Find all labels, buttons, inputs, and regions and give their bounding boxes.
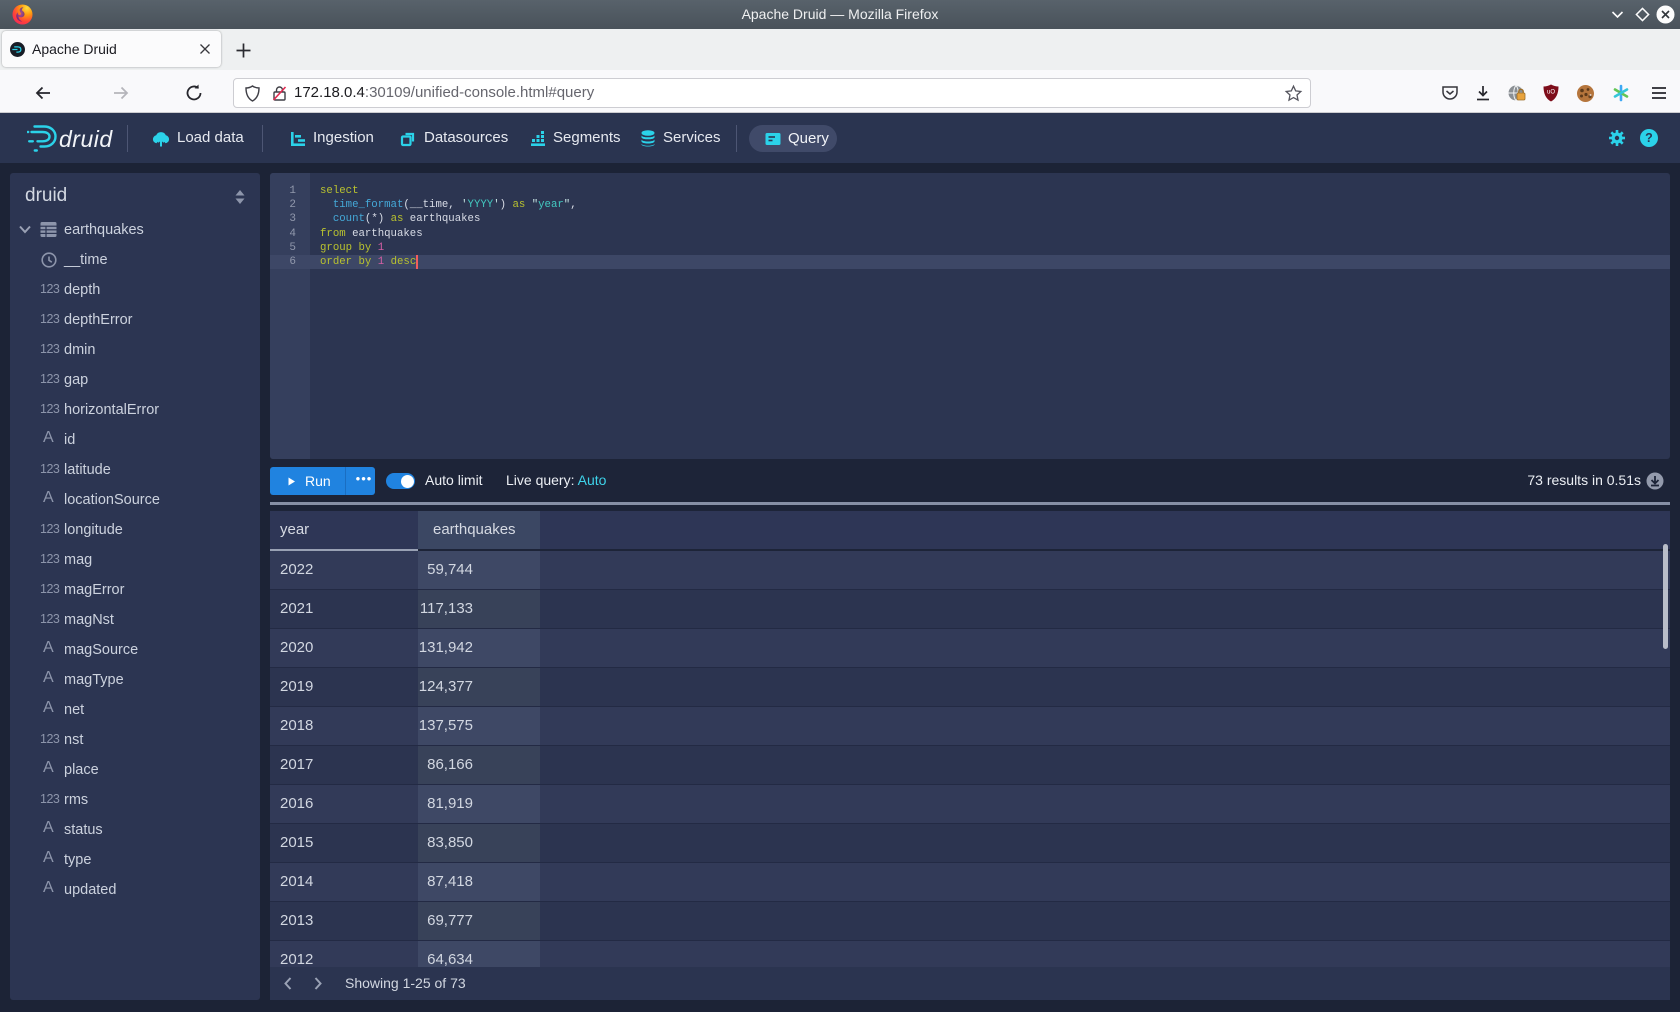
svg-text:?: ?: [1645, 131, 1653, 145]
svg-text:uO: uO: [1547, 90, 1555, 96]
